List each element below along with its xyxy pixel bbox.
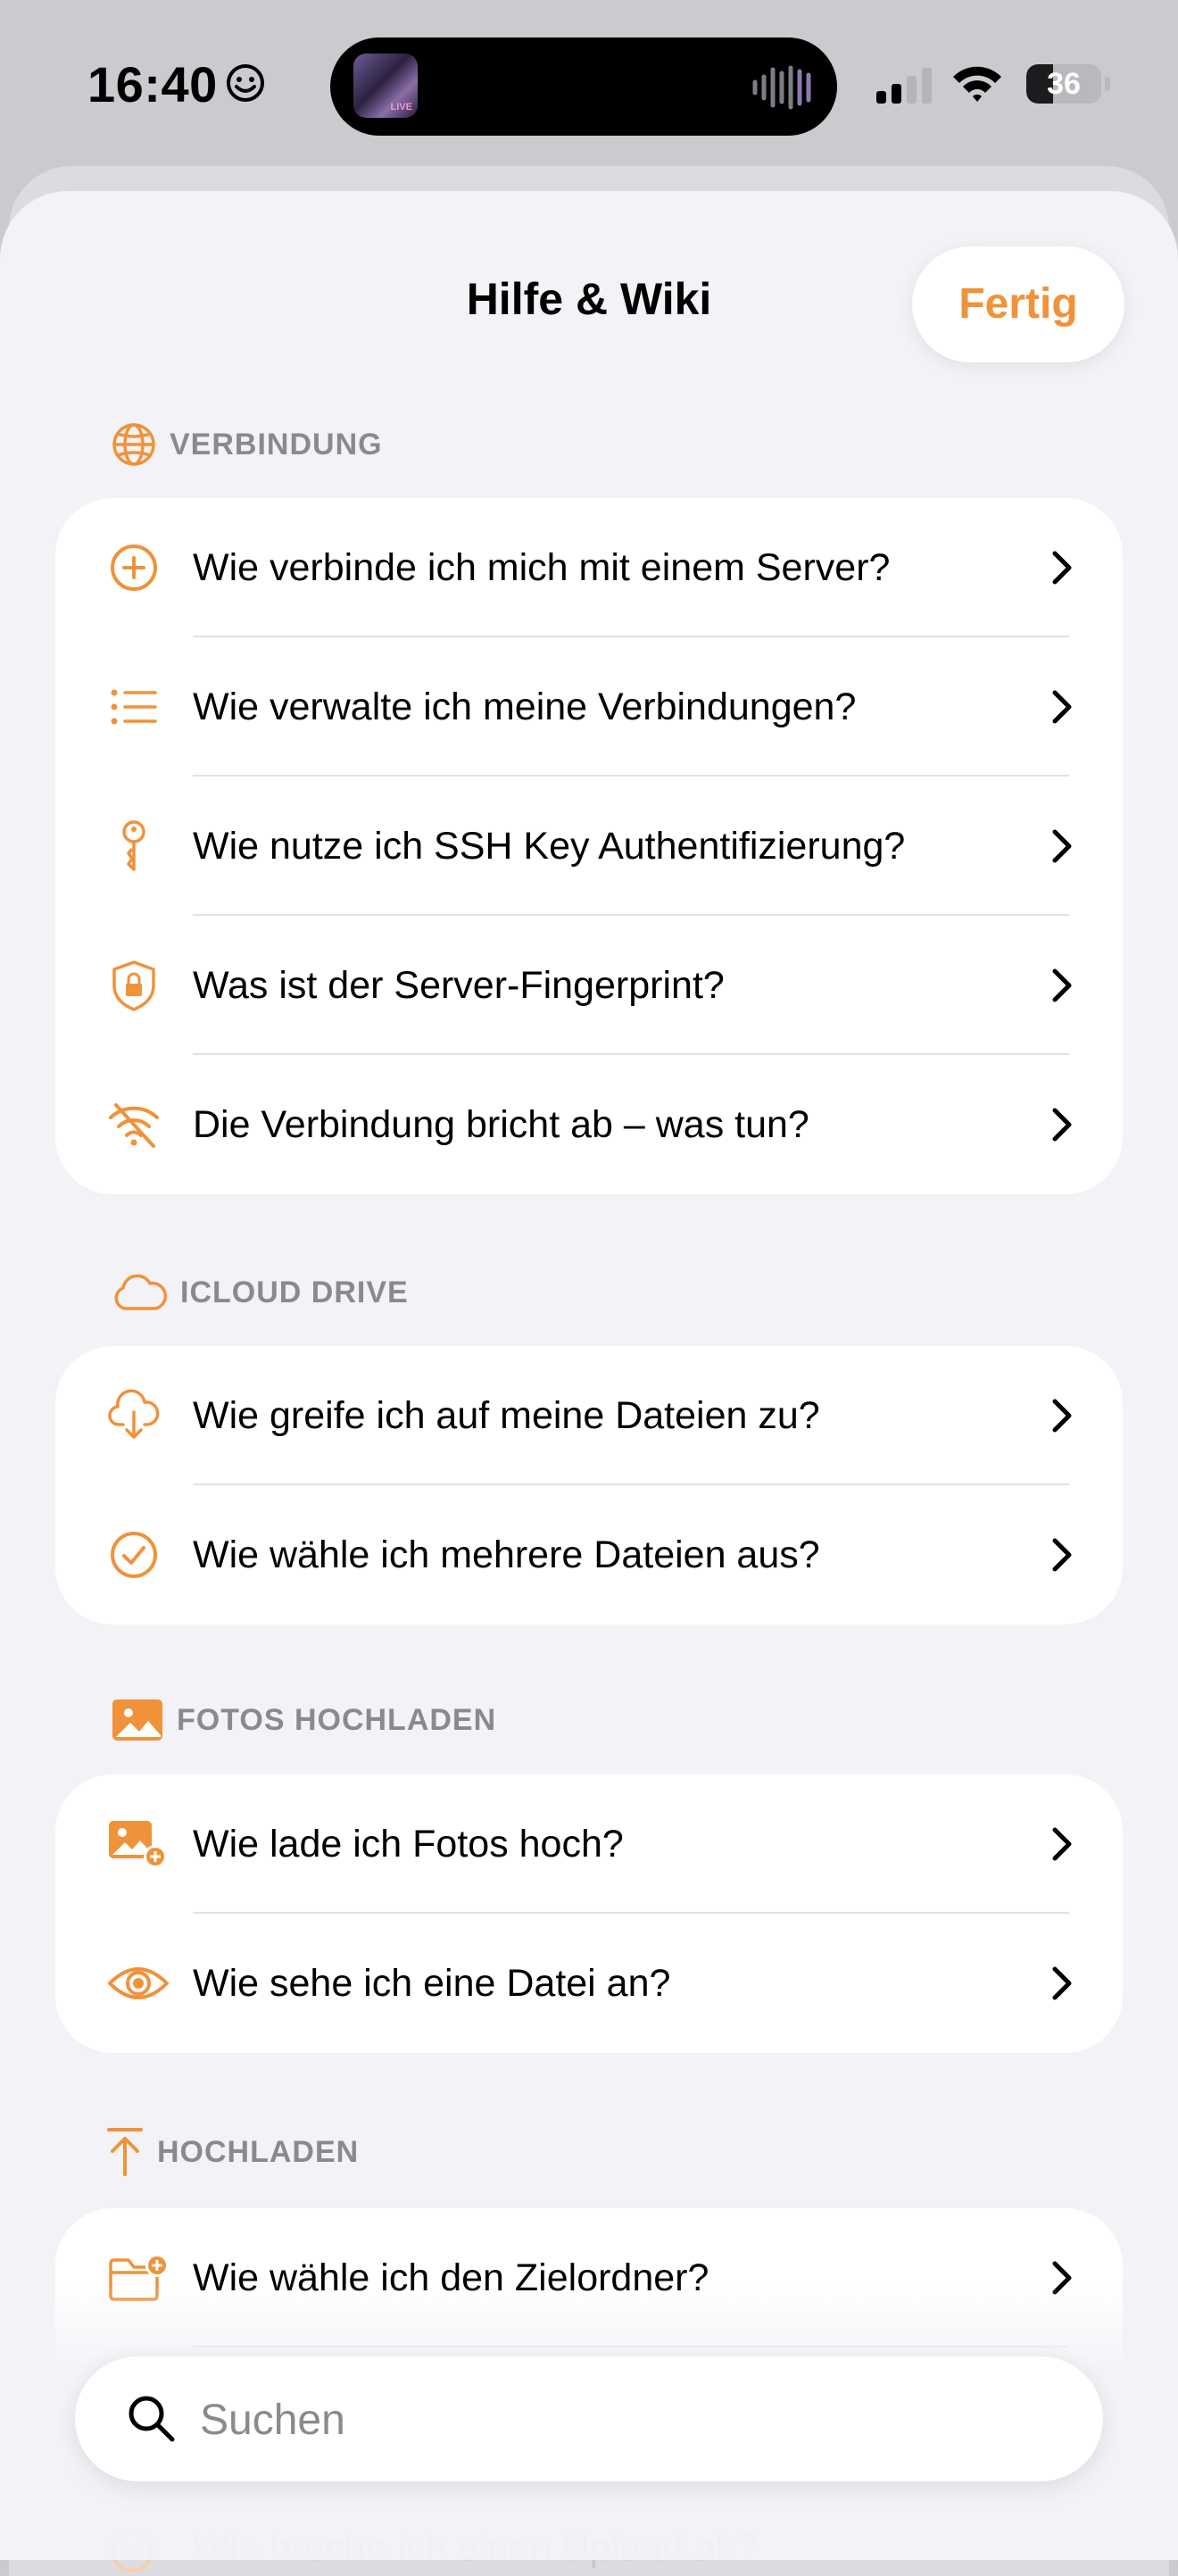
list-item[interactable]: Wie lade ich Fotos hoch? [55,1774,1123,1914]
chevron-right-icon [1052,968,1072,1002]
list-item-label: Wie sehe ich eine Datei an? [193,1961,671,2005]
list-item[interactable]: Wie wähle ich mehrere Dateien aus? [55,1485,1123,1625]
checkmark-circle-icon [111,1532,157,1578]
list-item[interactable]: Wie nutze ich SSH Key Authentifizierung? [55,777,1123,916]
plus-circle-icon [111,544,157,591]
chevron-right-icon [1052,1108,1072,1142]
section-label: FOTOS HOCHLADEN [177,1702,497,1737]
list-item-label: Wie verbinde ich mich mit einem Server? [193,545,891,589]
section-label: VERBINDUNG [170,427,383,461]
list-item-label: Wie nutze ich SSH Key Authentifizierung? [193,824,906,868]
photo-icon [112,1699,162,1741]
status-bar: 16:40 LIVE 36 [0,0,1178,170]
album-art-thumbnail: LIVE [353,54,418,118]
wifi-slash-icon [109,1103,159,1148]
eye-icon [108,1967,169,1999]
smiley-icon [227,64,264,102]
section-label: HOCHLADEN [157,2134,360,2169]
list-item[interactable]: Wie greife ich auf meine Dateien zu? [55,1346,1123,1485]
list-item[interactable]: Wie verbinde ich mich mit einem Server? [55,498,1123,637]
chevron-right-icon [1052,690,1072,724]
list-item-label: Wie wähle ich mehrere Dateien aus? [193,1533,820,1576]
search-placeholder: Suchen [200,2397,345,2444]
section-header-fotos-hochladen: FOTOS HOCHLADEN [111,1698,496,1742]
battery-indicator: 36 [1026,64,1112,104]
list-item-label: Die Verbindung bricht ab – was tun? [193,1102,809,1146]
dynamic-island[interactable]: LIVE [330,37,837,136]
lock-shield-icon [112,960,155,1011]
section-label: ICLOUD DRIVE [180,1275,409,1309]
section-card-fotos-hochladen: Wie lade ich Fotos hoch? Wie sehe ich ei… [55,1774,1123,2053]
done-button[interactable]: Fertig [912,246,1124,362]
list-item[interactable]: Die Verbindung bricht ab – was tun? [55,1055,1123,1194]
wifi-icon [953,66,1001,102]
chevron-right-icon [1052,551,1072,585]
chevron-right-icon [1052,829,1072,863]
audio-waveform-icon [752,65,811,110]
cellular-signal-icon [876,68,932,104]
chevron-right-icon [1052,1399,1072,1433]
section-header-verbindung: VERBINDUNG [111,421,383,468]
key-icon [122,820,145,871]
cloud-icon [114,1274,167,1310]
list-item-label: Wie greife ich auf meine Dateien zu? [193,1393,820,1437]
search-icon [129,2396,175,2442]
help-wiki-sheet: Hilfe & Wiki Fertig VERBINDUNG Wie verbi… [0,191,1178,2560]
list-item-label: Wie lade ich Fotos hoch? [193,1822,624,1866]
list-item[interactable]: Was ist der Server-Fingerprint? [55,916,1123,1055]
chevron-right-icon [1052,1966,1072,2000]
list-item-label: Was ist der Server-Fingerprint? [193,963,725,1007]
upload-arrow-icon [107,2128,143,2176]
battery-percent: 36 [1047,67,1081,101]
section-card-verbindung: Wie verbinde ich mich mit einem Server? … [55,498,1123,1194]
cloud-download-icon [108,1389,160,1439]
section-header-icloud-drive: ICLOUD DRIVE [111,1271,409,1314]
list-item[interactable]: Wie sehe ich eine Datei an? [55,1914,1123,2053]
list-item-label: Wie verwalte ich meine Verbindungen? [193,685,857,728]
chevron-right-icon [1052,1538,1072,1572]
photo-add-icon [109,1821,167,1868]
search-field[interactable]: Suchen [75,2356,1103,2481]
list-icon [111,689,157,725]
chevron-right-icon [1052,1827,1072,1861]
section-card-icloud-drive: Wie greife ich auf meine Dateien zu? Wie… [55,1346,1123,1625]
list-item[interactable]: Wie verwalte ich meine Verbindungen? [55,637,1123,777]
status-time: 16:40 [87,56,218,112]
globe-icon [112,423,155,466]
section-header-hochladen: HOCHLADEN [105,2126,359,2178]
